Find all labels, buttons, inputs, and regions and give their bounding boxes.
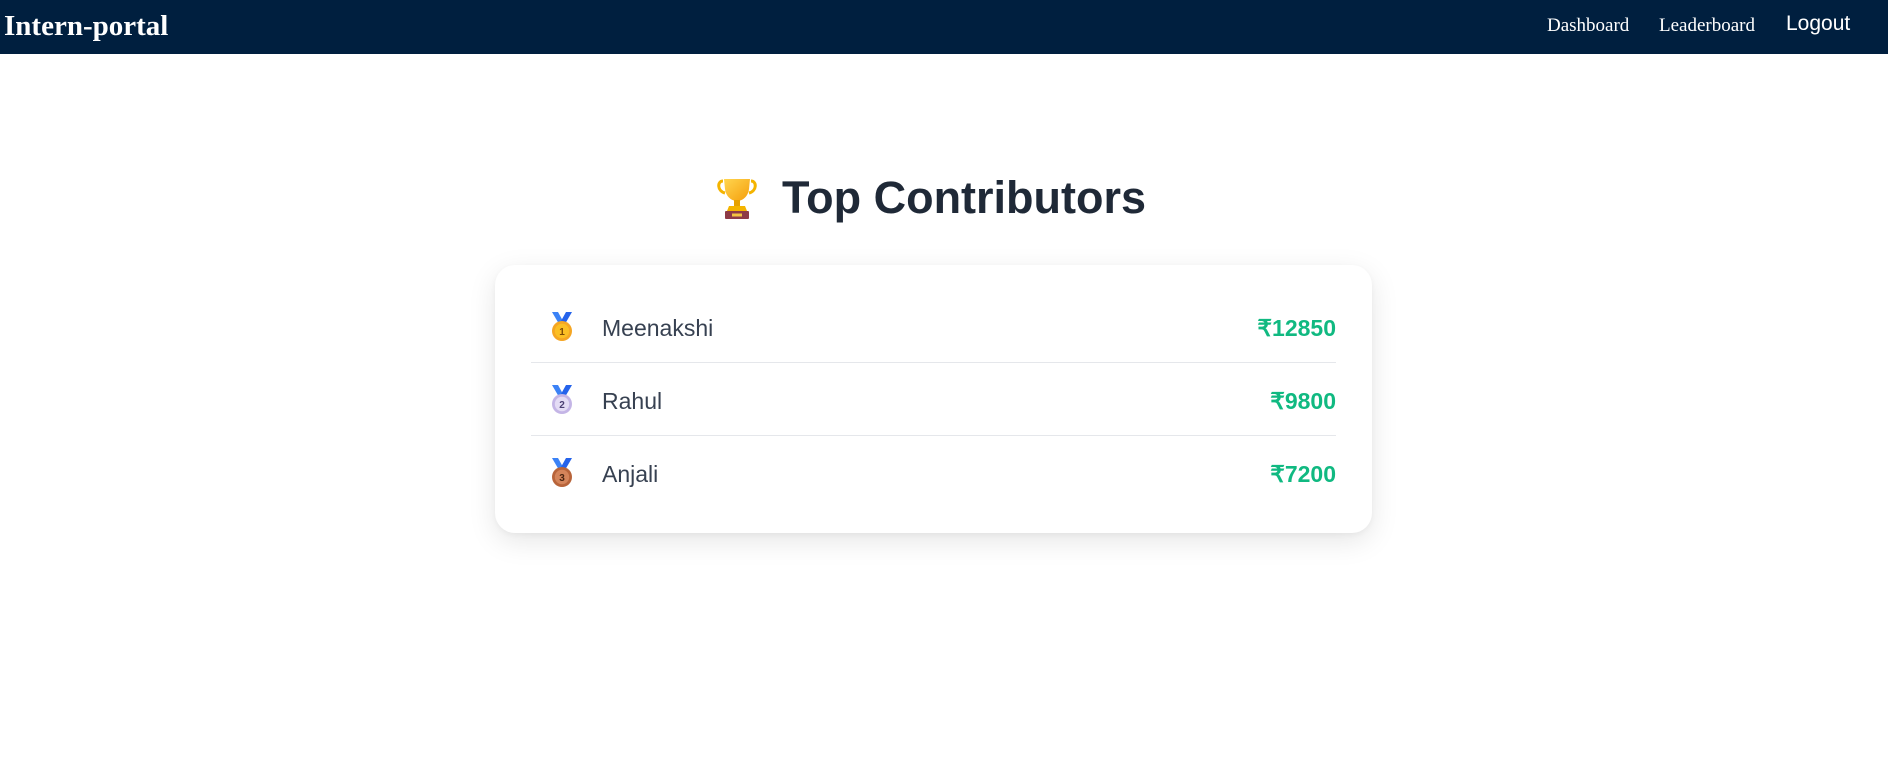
leaderboard-row: 3 Anjali ₹7200 bbox=[531, 436, 1336, 509]
contributor-amount: ₹12850 bbox=[1257, 315, 1336, 341]
bronze-medal-icon: 3 bbox=[552, 458, 572, 487]
contributor-name: Anjali bbox=[602, 461, 659, 487]
leaderboard-row: 1 Meenakshi ₹12850 bbox=[531, 290, 1336, 363]
trophy-icon bbox=[717, 179, 757, 219]
page-title-row: Top Contributors bbox=[0, 170, 1874, 226]
contributor-name: Meenakshi bbox=[602, 315, 714, 341]
svg-text:1: 1 bbox=[559, 327, 565, 338]
svg-text:3: 3 bbox=[559, 473, 565, 484]
logout-button[interactable]: Logout bbox=[1786, 11, 1850, 37]
gold-medal-icon: 1 bbox=[552, 312, 572, 341]
silver-medal-icon: 2 bbox=[552, 385, 572, 414]
contributor-name: Rahul bbox=[602, 388, 663, 414]
leaderboard-card: 1 Meenakshi ₹12850 2 Rahul ₹9800 3 Anjal… bbox=[495, 265, 1372, 533]
contributor-amount: ₹7200 bbox=[1270, 461, 1336, 487]
page-title: Top Contributors bbox=[781, 172, 1147, 223]
leaderboard-row: 2 Rahul ₹9800 bbox=[531, 363, 1336, 436]
contributor-amount: ₹9800 bbox=[1270, 388, 1336, 414]
brand-logo[interactable]: Intern-portal bbox=[4, 9, 168, 43]
nav-link-dashboard[interactable]: Dashboard bbox=[1547, 14, 1629, 38]
svg-text:2: 2 bbox=[559, 400, 565, 411]
top-navbar: Intern-portal Dashboard Leaderboard Logo… bbox=[0, 0, 1888, 54]
nav-link-leaderboard[interactable]: Leaderboard bbox=[1659, 14, 1755, 38]
